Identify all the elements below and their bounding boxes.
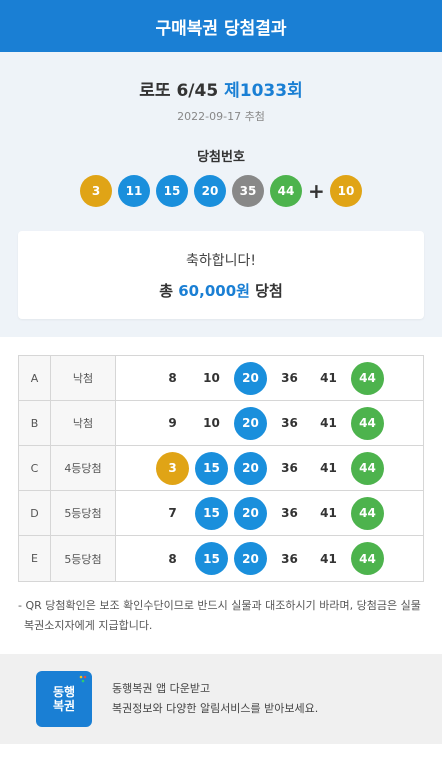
ticket-row: A 낙첨 8 10 20 36 41 44 [19, 356, 423, 401]
matched-number: 15 [195, 496, 228, 530]
prize-amount: 60,000원 [178, 281, 250, 300]
ticket-label: C [19, 446, 51, 490]
ticket-row: B 낙첨 9 10 20 36 41 44 [19, 401, 423, 446]
ticket-numbers: 9 10 20 36 41 44 [116, 401, 423, 445]
app-banner-line: 동행복권 앱 다운받고 [112, 682, 211, 695]
matched-number: 20 [234, 451, 267, 485]
app-banner-line: 복권정보와 다양한 알림서비스를 받아보세요. [112, 702, 319, 715]
footer-strip [0, 744, 442, 754]
prize-suffix: 당첨 [255, 281, 283, 300]
draw-summary: 로또 6/45 제1033회 2022-09-17 추첨 당첨번호 3 11 1… [0, 52, 442, 337]
sparkle-icon [79, 675, 87, 683]
ticket-numbers: 8 15 20 36 41 44 [116, 536, 423, 581]
ticket-number: 8 [168, 551, 177, 566]
winning-numbers: 3 11 15 20 35 44 + 10 [0, 175, 442, 207]
ticket-number: 36 [281, 461, 298, 475]
winning-ball: 15 [156, 175, 188, 207]
winning-ball: 44 [270, 175, 302, 207]
prize-total: 총 60,000원 당첨 [159, 280, 283, 301]
ticket-row: E 5등당첨 8 15 20 36 41 44 [19, 536, 423, 581]
winning-ball: 11 [118, 175, 150, 207]
ticket-number: 41 [320, 551, 337, 566]
matched-number: 15 [195, 451, 228, 485]
app-logo-line: 동행 [52, 685, 76, 699]
page-header: 구매복권 당첨결과 [0, 0, 442, 52]
game-name: 로또 6/45 [139, 81, 219, 101]
ticket-row: D 5등당첨 7 15 20 36 41 44 [19, 491, 423, 536]
winning-ball: 3 [80, 175, 112, 207]
app-logo-line: 복권 [52, 699, 76, 713]
notice-line: - QR 당첨확인은 보조 확인수단이므로 반드시 실물과 대조하시기 바라며,… [18, 599, 421, 612]
ticket-result: 4등당첨 [51, 446, 116, 490]
result-box: 축하합니다! 총 60,000원 당첨 [18, 231, 424, 319]
prize-prefix: 총 [159, 281, 174, 300]
matched-number: 3 [156, 451, 189, 485]
ticket-number: 41 [320, 371, 337, 385]
app-download-banner[interactable]: 동행 복권 동행복권 앱 다운받고 복권정보와 다양한 알림서비스를 받아보세요… [0, 654, 442, 744]
ticket-numbers: 7 15 20 36 41 44 [116, 491, 423, 535]
ticket-number: 8 [168, 371, 177, 385]
draw-date: 2022-09-17 추첨 [177, 110, 265, 123]
ticket-number: 7 [168, 506, 177, 520]
app-logo[interactable]: 동행 복권 [36, 671, 92, 727]
page-title: 구매복권 당첨결과 [155, 18, 287, 39]
ticket-label: E [19, 536, 51, 581]
ticket-row: C 4등당첨 3 15 20 36 41 44 [19, 446, 423, 491]
matched-number: 44 [351, 361, 384, 395]
ticket-number: 9 [168, 416, 177, 430]
winning-ball: 35 [232, 175, 264, 207]
plus-sign: + [308, 179, 325, 203]
matched-number: 44 [351, 496, 384, 530]
round-title: 로또 6/45 제1033회 [0, 76, 442, 101]
ticket-number: 41 [320, 416, 337, 430]
ticket-result: 5등당첨 [51, 491, 116, 535]
ticket-number: 10 [203, 371, 220, 385]
ticket-result: 낙첨 [51, 401, 116, 445]
matched-number: 44 [351, 542, 384, 575]
matched-number: 20 [234, 496, 267, 530]
ticket-table: A 낙첨 8 10 20 36 41 44 B 낙첨 9 10 20 36 41 44 C 4등당첨 3 15 20 36… [18, 355, 424, 582]
notice-line: 복권소지자에게 지급합니다. [24, 619, 153, 632]
congrats-text: 축하합니다! [185, 252, 256, 269]
ticket-numbers: 8 10 20 36 41 44 [116, 356, 423, 400]
matched-number: 15 [195, 542, 228, 575]
bonus-ball: 10 [330, 175, 362, 207]
ticket-number: 41 [320, 506, 337, 520]
notice-text: - QR 당첨확인은 보조 확인수단이므로 반드시 실물과 대조하시기 바라며,… [18, 596, 424, 636]
ticket-result: 5등당첨 [51, 536, 116, 581]
ticket-numbers: 3 15 20 36 41 44 [116, 446, 423, 490]
ticket-result: 낙첨 [51, 356, 116, 400]
ticket-number: 36 [281, 506, 298, 520]
matched-number: 20 [234, 361, 267, 395]
ticket-number: 10 [203, 416, 220, 430]
matched-number: 44 [351, 406, 384, 440]
ticket-label: D [19, 491, 51, 535]
ticket-number: 36 [281, 371, 298, 385]
round-number: 제1033회 [224, 81, 303, 101]
ticket-number: 41 [320, 461, 337, 475]
winning-ball: 20 [194, 175, 226, 207]
matched-number: 20 [234, 542, 267, 575]
winning-numbers-label: 당첨번호 [197, 150, 245, 165]
ticket-number: 36 [281, 416, 298, 430]
matched-number: 20 [234, 406, 267, 440]
matched-number: 44 [351, 451, 384, 485]
ticket-number: 36 [281, 551, 298, 566]
ticket-label: A [19, 356, 51, 400]
ticket-label: B [19, 401, 51, 445]
app-banner-text: 동행복권 앱 다운받고 복권정보와 다양한 알림서비스를 받아보세요. [112, 679, 318, 719]
